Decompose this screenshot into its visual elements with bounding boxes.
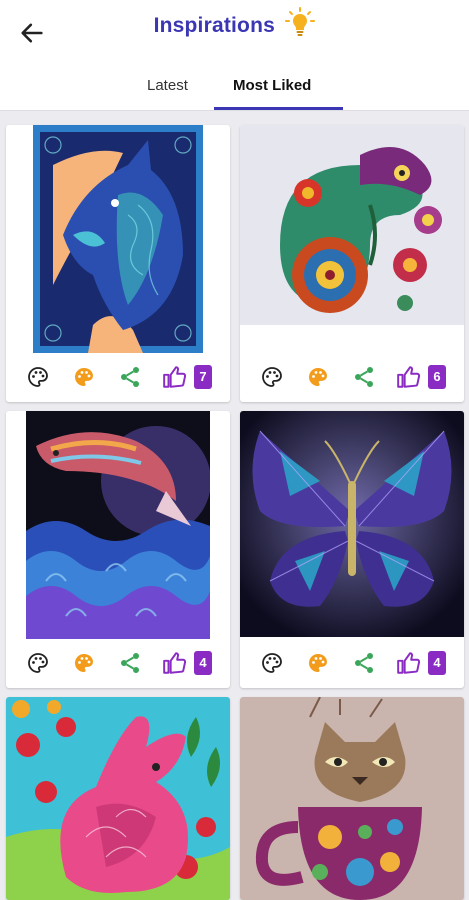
card-actions: 4 xyxy=(240,639,464,687)
palette-filled-icon[interactable] xyxy=(72,365,96,389)
app-header: Inspirations xyxy=(0,0,469,64)
card-actions: 7 xyxy=(6,353,230,401)
inspiration-card[interactable]: 7 xyxy=(6,125,230,402)
cat-cup-artwork-svg xyxy=(240,697,464,900)
title-wrap: Inspirations xyxy=(0,7,469,38)
share-icon[interactable] xyxy=(118,365,142,389)
tab-latest[interactable]: Latest xyxy=(147,77,188,94)
page-title: Inspirations xyxy=(153,14,275,37)
like-count-badge: 4 xyxy=(194,651,212,675)
like-count-badge: 4 xyxy=(428,651,446,675)
artwork-image[interactable] xyxy=(6,697,230,900)
tab-most-liked[interactable]: Most Liked xyxy=(233,77,311,94)
wolf-artwork-svg xyxy=(33,125,203,353)
palette-filled-icon[interactable] xyxy=(306,365,330,389)
rabbit-artwork-svg xyxy=(6,697,230,900)
tab-divider xyxy=(0,110,469,111)
card-actions: 6 xyxy=(240,353,464,401)
thumb-up-icon xyxy=(397,652,421,674)
inspiration-card[interactable] xyxy=(6,697,230,900)
card-actions: 4 xyxy=(6,639,230,687)
palette-filled-icon[interactable] xyxy=(306,651,330,675)
tab-bar: Latest Most Liked xyxy=(0,64,469,110)
like-button[interactable]: 6 xyxy=(396,364,456,390)
like-button[interactable]: 7 xyxy=(162,364,222,390)
inspiration-card[interactable]: 4 xyxy=(240,411,464,688)
like-count-badge: 6 xyxy=(428,365,446,389)
chameleon-artwork-svg xyxy=(240,125,464,325)
inspiration-card[interactable] xyxy=(240,697,464,900)
palette-outline-icon[interactable] xyxy=(260,365,284,389)
share-icon[interactable] xyxy=(118,651,142,675)
share-icon[interactable] xyxy=(352,651,376,675)
inspiration-card[interactable]: 4 xyxy=(6,411,230,688)
thumb-up-icon xyxy=(163,652,187,674)
butterfly-artwork-svg xyxy=(240,411,464,637)
palette-outline-icon[interactable] xyxy=(260,651,284,675)
artwork-image[interactable] xyxy=(240,697,464,900)
artwork-image[interactable] xyxy=(240,125,464,325)
like-count-badge: 7 xyxy=(194,365,212,389)
artwork-image[interactable] xyxy=(33,125,203,353)
artwork-image[interactable] xyxy=(240,411,464,637)
like-button[interactable]: 4 xyxy=(396,650,456,676)
like-button[interactable]: 4 xyxy=(162,650,222,676)
palette-filled-icon[interactable] xyxy=(72,651,96,675)
thumb-up-icon xyxy=(163,366,187,388)
inspiration-card[interactable]: 6 xyxy=(240,125,464,402)
share-icon[interactable] xyxy=(352,365,376,389)
palette-outline-icon[interactable] xyxy=(26,365,50,389)
artwork-image[interactable] xyxy=(26,411,210,639)
palette-outline-icon[interactable] xyxy=(26,651,50,675)
thumb-up-icon xyxy=(397,366,421,388)
dolphin-artwork-svg xyxy=(26,411,210,639)
lightbulb-icon xyxy=(285,7,316,36)
